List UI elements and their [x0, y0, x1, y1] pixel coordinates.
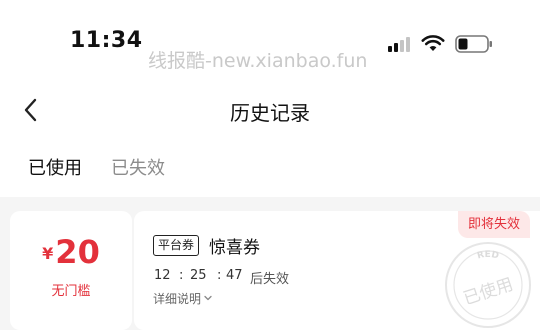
countdown-hours: 12	[154, 268, 171, 283]
status-bar: 11:34 线报酷-new.xianbao.fun	[0, 0, 540, 88]
currency-symbol: ¥	[42, 244, 54, 263]
tab-bar: 已使用 已失效	[0, 150, 540, 186]
countdown-separator: :	[217, 268, 222, 283]
tab-used[interactable]: 已使用	[28, 154, 82, 180]
countdown-suffix: 后失效	[250, 272, 290, 287]
used-stamp-icon: RED 已使用	[445, 242, 531, 328]
countdown-minutes: 25	[190, 268, 207, 283]
coupon-threshold: 无门槛	[51, 284, 91, 299]
coupon-amount: 20	[55, 233, 100, 271]
stamp-main-text: 已使用	[461, 274, 516, 310]
status-time: 11:34	[70, 28, 143, 53]
watermark: 线报酷-new.xianbao.fun	[148, 50, 368, 72]
cellular-signal-icon	[388, 37, 410, 52]
coupon-price: ¥20	[10, 233, 132, 271]
svg-text:RED: RED	[476, 250, 500, 262]
chevron-down-icon	[204, 295, 212, 301]
page-title: 历史记录	[230, 101, 310, 125]
countdown-seconds: 47	[226, 268, 243, 283]
navigation-bar: 历史记录	[0, 88, 540, 132]
expiring-soon-tag: 即将失效	[458, 211, 530, 238]
wifi-icon	[421, 35, 445, 51]
stamp-top-text: RED	[476, 250, 500, 262]
coupon-type-badge: 平台券	[153, 235, 200, 256]
coupon-value-panel: ¥20 无门槛	[10, 211, 132, 330]
coupon-name: 惊喜券	[209, 238, 260, 258]
countdown-separator: :	[179, 268, 184, 283]
coupon-card[interactable]: ¥20 无门槛 平台券 惊喜券 12 : 25 : 47 后失效 详细说明 即将…	[10, 211, 540, 330]
tab-expired[interactable]: 已失效	[111, 154, 165, 180]
details-link[interactable]: 详细说明	[153, 290, 213, 307]
details-label: 详细说明	[153, 292, 202, 306]
battery-icon	[455, 35, 492, 53]
